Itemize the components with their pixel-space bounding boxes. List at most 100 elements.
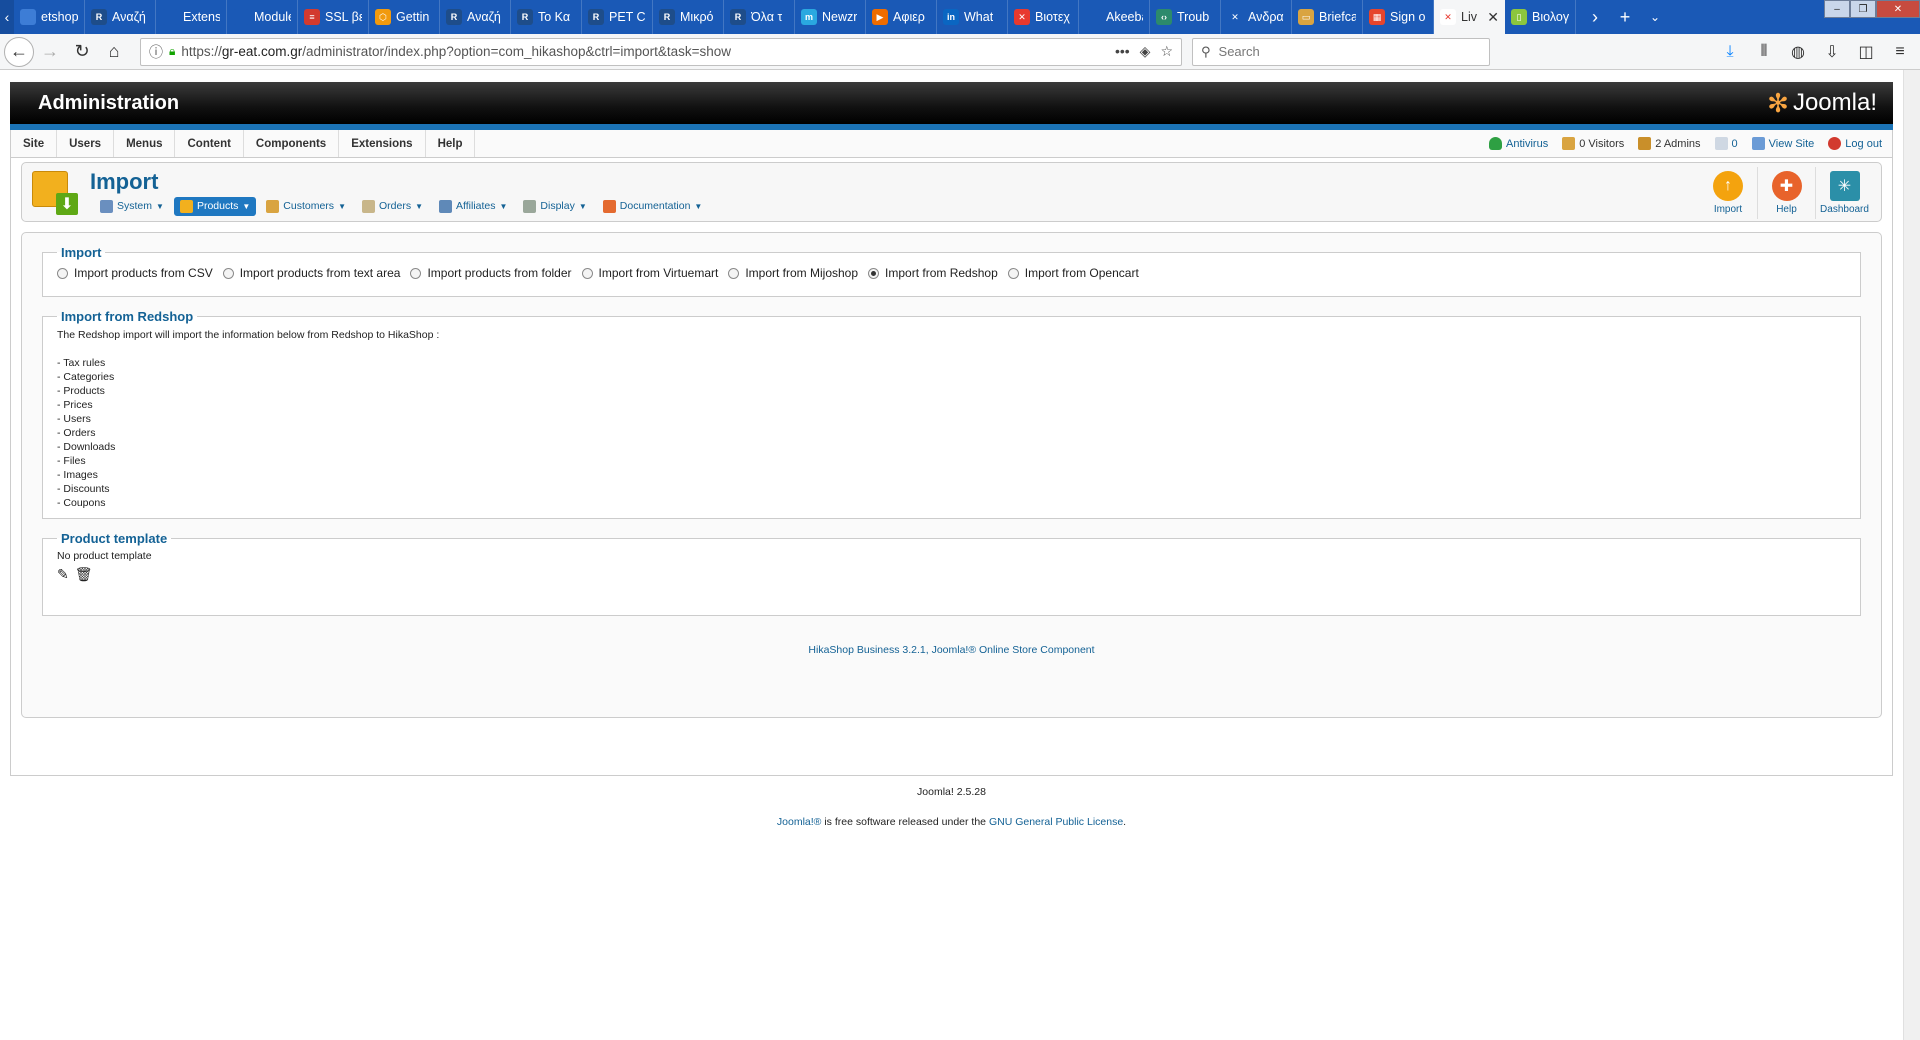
tab-favicon-icon <box>233 9 249 25</box>
dashboard-button[interactable]: ✳ Dashboard <box>1815 167 1873 219</box>
bookmark-star-icon[interactable]: ☆ <box>1160 43 1173 60</box>
redshop-item: - Prices <box>57 399 93 411</box>
sidebar-icon[interactable]: ◫ <box>1850 36 1882 68</box>
submenu-label: System <box>117 200 153 212</box>
submenu-system[interactable]: System ▼ <box>94 197 170 216</box>
browser-tab[interactable]: ✕ Liv ✕ <box>1434 0 1505 34</box>
browser-tab[interactable]: ▦ Sign o <box>1363 0 1434 34</box>
radio-button[interactable] <box>57 267 68 279</box>
radio-button[interactable] <box>222 267 234 279</box>
browser-tab[interactable]: ▶ Αφιερ <box>866 0 937 34</box>
radio-button[interactable] <box>868 267 880 279</box>
url-bar[interactable]: ⓘ 🔒︎ https://gr-eat.com.gr/administrator… <box>140 37 1182 66</box>
import-option[interactable]: Import products from CSV <box>57 266 213 280</box>
import-option[interactable]: Import products from text area <box>222 266 400 280</box>
submenu-orders[interactable]: Orders ▼ <box>356 197 429 216</box>
gpl-link[interactable]: GNU General Public License <box>989 816 1123 828</box>
browser-tab[interactable]: ‹› Troub <box>1150 0 1221 34</box>
page-scrollbar[interactable] <box>1903 70 1920 1040</box>
back-button[interactable]: ← <box>4 36 34 67</box>
page-actions-icon[interactable]: ••• <box>1115 43 1130 60</box>
home-button[interactable]: ⌂ <box>98 36 130 68</box>
help-button[interactable]: ✚ Help <box>1757 167 1815 219</box>
joomla-link[interactable]: Joomla!® <box>777 816 822 828</box>
browser-tab[interactable]: ✕ Βιοτεχ <box>1008 0 1079 34</box>
import-option[interactable]: Import from Opencart <box>1007 266 1139 280</box>
hikashop-footer-link[interactable]: HikaShop Business 3.2.1, Joomla!® Online… <box>42 644 1861 656</box>
download-icon[interactable]: ⇩ <box>1816 36 1848 68</box>
tab-label: Βιολογ <box>1532 10 1569 24</box>
admin-menu-item-components[interactable]: Components <box>244 130 340 157</box>
downloads-arrow-icon[interactable]: ⤓ <box>1714 36 1746 68</box>
tab-scroll-right-button[interactable]: › <box>1580 0 1610 34</box>
forward-button[interactable]: → <box>34 36 66 68</box>
radio-button[interactable] <box>728 267 740 279</box>
import-legend: Import <box>61 245 102 260</box>
browser-tab[interactable]: ✕ Ανδρα <box>1221 0 1292 34</box>
browser-tab[interactable]: R Αναζή <box>440 0 511 34</box>
caret-down-icon: ▼ <box>499 201 508 211</box>
browser-tab[interactable]: etshop.gr <box>14 0 85 34</box>
import-button[interactable]: ↑ Import <box>1699 167 1757 219</box>
admin-menu-item-content[interactable]: Content <box>175 130 244 157</box>
privacy-mask-icon[interactable]: ◍ <box>1782 36 1814 68</box>
submenu-affiliates[interactable]: Affiliates ▼ <box>433 197 513 216</box>
pocket-icon[interactable]: ◈ <box>1140 43 1151 60</box>
reload-button[interactable]: ↻ <box>66 36 98 68</box>
browser-tab[interactable]: ▯ Βιολογ <box>1505 0 1576 34</box>
import-option[interactable]: Import from Redshop <box>868 266 998 280</box>
radio-button[interactable] <box>1007 267 1019 279</box>
browser-tab[interactable]: ▭ Briefca <box>1292 0 1363 34</box>
submenu-display[interactable]: Display ▼ <box>517 197 592 216</box>
browser-tab[interactable]: in What <box>937 0 1008 34</box>
import-option[interactable]: Import products from folder <box>410 266 572 280</box>
import-option[interactable]: Import from Mijoshop <box>728 266 858 280</box>
admin-menu-item-menus[interactable]: Menus <box>114 130 176 157</box>
radio-button[interactable] <box>581 267 593 279</box>
antivirus-link[interactable]: Antivirus <box>1489 137 1548 150</box>
hikashop-submenu: System ▼ Products ▼ Customers ▼ Orders ▼ Affilia… <box>94 196 709 216</box>
library-icon[interactable]: ⫴ <box>1748 36 1780 68</box>
view-site-link[interactable]: View Site <box>1751 137 1814 150</box>
import-option[interactable]: Import from Virtuemart <box>581 266 719 280</box>
submenu-products[interactable]: Products ▼ <box>173 196 257 216</box>
browser-tab[interactable]: Extensions <box>156 0 227 34</box>
new-tab-button[interactable]: + <box>1610 0 1640 34</box>
admin-menu-item-site[interactable]: Site <box>11 130 58 157</box>
radio-button[interactable] <box>410 267 422 279</box>
admin-menu-item-help[interactable]: Help <box>426 130 476 157</box>
site-info-icon[interactable]: ⓘ <box>149 42 163 62</box>
redshop-fieldset: Import from Redshop The Redshop import w… <box>42 309 1861 519</box>
browser-tab[interactable]: ≡ SSL βε <box>298 0 369 34</box>
joomla-logo: ✻ Joomla! <box>1767 88 1877 119</box>
delete-trash-icon[interactable]: 🗑︎ <box>75 566 93 583</box>
logout-link[interactable]: Log out <box>1828 137 1882 150</box>
tab-label: Όλα τ <box>751 10 783 24</box>
edit-pencil-icon[interactable]: ✎ <box>57 566 69 583</box>
submenu-customers[interactable]: Customers ▼ <box>260 197 352 216</box>
browser-tab[interactable]: R Όλα τ <box>724 0 795 34</box>
tab-list-button[interactable]: ⌄ <box>1640 0 1670 34</box>
maximize-button[interactable]: ❐ <box>1850 0 1876 18</box>
url-text[interactable]: https://gr-eat.com.gr/administrator/inde… <box>181 44 1115 59</box>
tab-scroll-left-button[interactable]: ‹ <box>0 0 14 34</box>
close-tab-icon[interactable]: ✕ <box>1487 9 1499 26</box>
search-input[interactable]: ⚲ Search <box>1192 37 1490 66</box>
browser-tab[interactable]: R Μικρό <box>653 0 724 34</box>
browser-tab[interactable]: m Newzr <box>795 0 866 34</box>
browser-tab[interactable]: R Αναζή <box>85 0 156 34</box>
browser-tab[interactable]: Akeeba Ki <box>1079 0 1150 34</box>
import-option-label: Import from Virtuemart <box>598 266 719 280</box>
admin-menu-item-users[interactable]: Users <box>57 130 115 157</box>
admin-menu-item-extensions[interactable]: Extensions <box>339 130 426 157</box>
browser-tab[interactable]: R PET C <box>582 0 653 34</box>
browser-tab[interactable]: R Το Κα <box>511 0 582 34</box>
browser-tab[interactable]: ⬡ Gettin <box>369 0 440 34</box>
messages-link[interactable]: 0 <box>1714 137 1738 150</box>
submenu-documentation[interactable]: Documentation ▼ <box>597 197 709 216</box>
template-legend: Product template <box>61 531 168 546</box>
close-window-button[interactable]: ✕ <box>1876 0 1920 18</box>
minimize-button[interactable]: – <box>1824 0 1850 18</box>
browser-tab[interactable]: Modules ( <box>227 0 298 34</box>
menu-icon[interactable]: ≡ <box>1884 36 1916 68</box>
